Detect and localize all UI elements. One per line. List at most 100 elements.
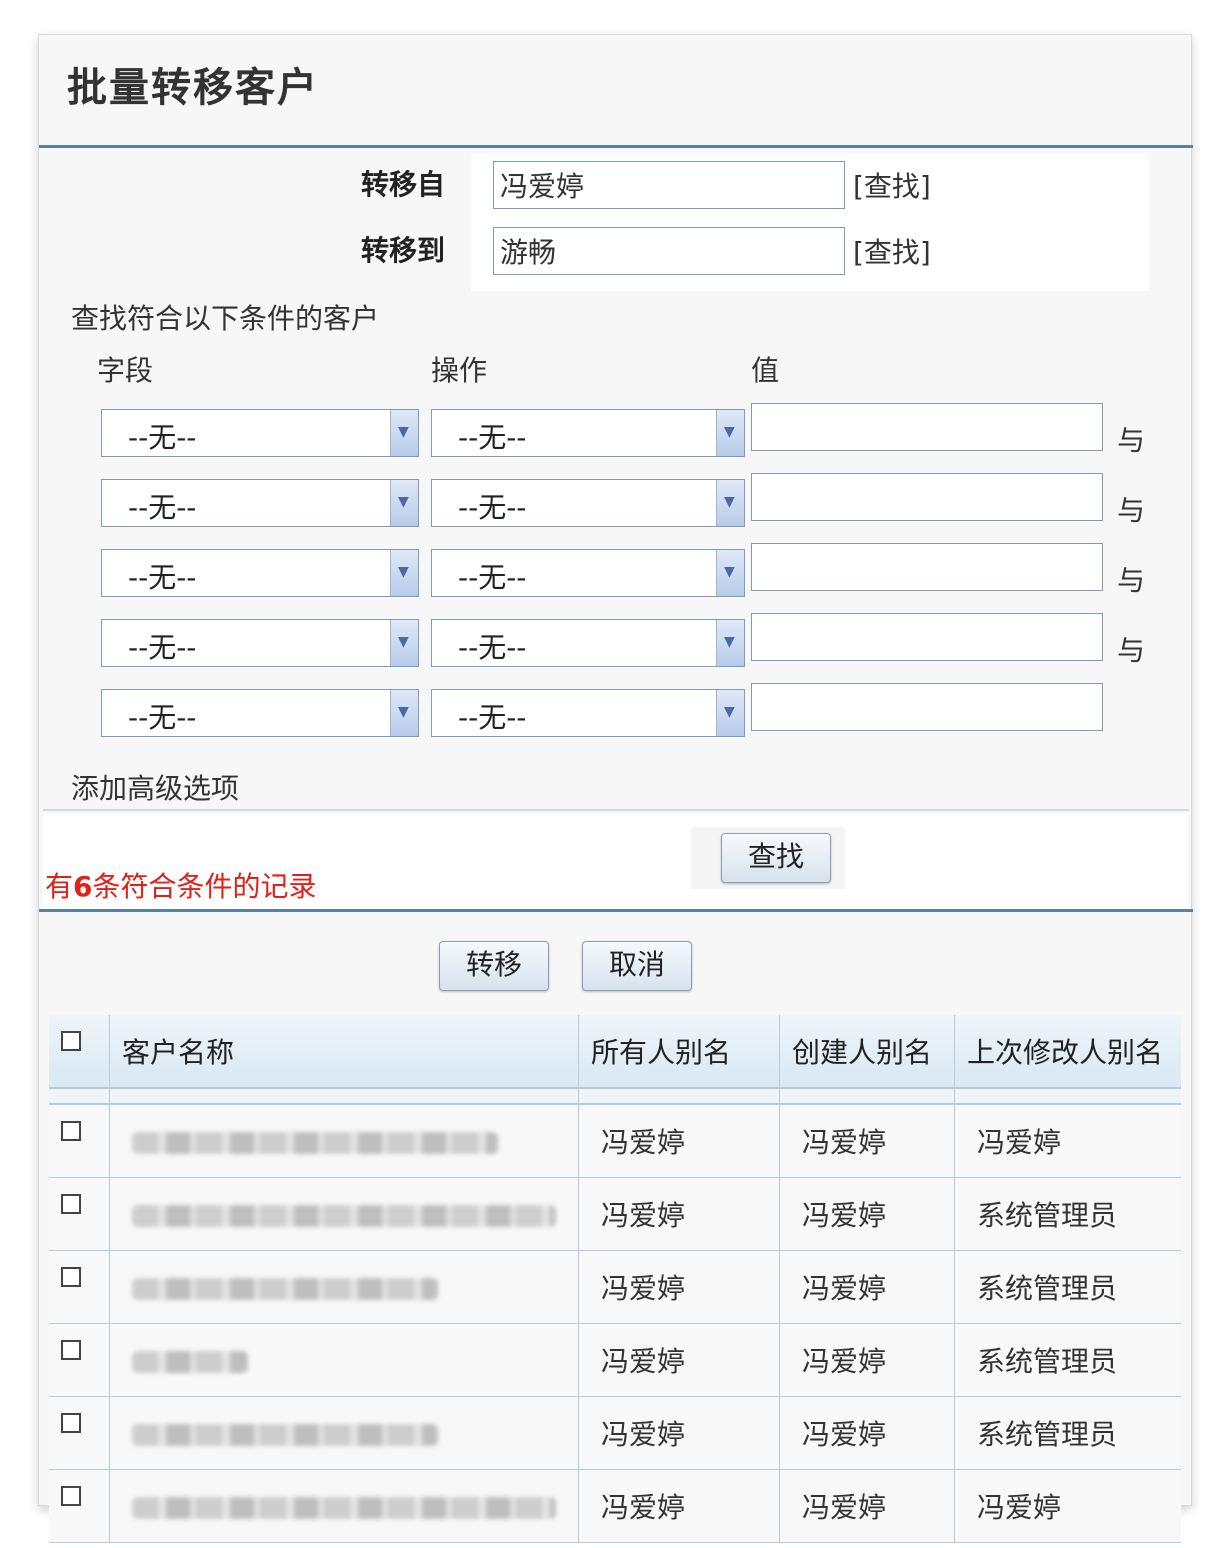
transfer-from-label: 转移自	[361, 168, 446, 201]
select-value: --无--	[458, 631, 527, 664]
filter-field-select[interactable]: --无-- ▼	[101, 619, 419, 667]
row-checkbox-cell	[49, 1104, 110, 1178]
customer-name-cell	[109, 1250, 579, 1324]
col-creator-alias[interactable]: 创建人别名	[779, 1015, 955, 1089]
dropdown-arrow[interactable]: ▼	[716, 550, 744, 596]
dropdown-arrow[interactable]: ▼	[716, 690, 744, 736]
spacer-cell	[954, 1088, 1181, 1105]
dropdown-arrow[interactable]: ▼	[390, 410, 418, 456]
filter-field-select[interactable]: --无-- ▼	[101, 479, 419, 527]
transfer-button[interactable]: 转移	[439, 941, 549, 991]
table-row: 冯爱婷 冯爱婷 系统管理员	[49, 1177, 1181, 1251]
dropdown-arrow[interactable]: ▼	[390, 480, 418, 526]
result-suffix: 条符合条件的记录	[92, 870, 317, 903]
dropdown-arrow[interactable]: ▼	[390, 550, 418, 596]
filter-field-select[interactable]: --无-- ▼	[101, 549, 419, 597]
filter-field-select[interactable]: --无-- ▼	[101, 409, 419, 457]
owner-cell: 冯爱婷	[578, 1396, 780, 1470]
row-checkbox[interactable]	[61, 1267, 81, 1287]
transfer-from-input[interactable]	[493, 161, 845, 209]
chevron-down-icon: ▼	[398, 494, 409, 510]
creator-cell: 冯爱婷	[779, 1177, 955, 1251]
row-checkbox[interactable]	[61, 1121, 81, 1141]
select-value: --无--	[128, 491, 197, 524]
owner-cell: 冯爱婷	[578, 1469, 780, 1543]
filter-value-input[interactable]	[751, 613, 1103, 661]
transfer-panel: 批量转移客户 转移自 [查找] 转移到 [查找] 查找符合以下条件的客户 字段 …	[38, 34, 1193, 1543]
dropdown-arrow[interactable]: ▼	[390, 620, 418, 666]
cancel-button[interactable]: 取消	[582, 941, 692, 991]
filter-operator-select[interactable]: --无-- ▼	[431, 409, 745, 457]
redacted-customer-name[interactable]	[132, 1350, 248, 1373]
filter-value-input[interactable]	[751, 683, 1103, 731]
spacer-cell	[578, 1088, 780, 1105]
filter-value-input[interactable]	[751, 403, 1103, 451]
dropdown-arrow[interactable]: ▼	[716, 480, 744, 526]
table-row: 冯爱婷 冯爱婷 冯爱婷	[49, 1469, 1181, 1543]
creator-cell: 冯爱婷	[779, 1469, 955, 1543]
modifier-cell: 系统管理员	[954, 1177, 1181, 1251]
spacer-cell	[49, 1088, 110, 1105]
chevron-down-icon: ▼	[724, 634, 735, 650]
row-checkbox[interactable]	[61, 1486, 81, 1506]
table-header-spacer	[49, 1088, 1181, 1105]
filter-col-operator: 操作	[431, 354, 488, 387]
owner-cell: 冯爱婷	[578, 1250, 780, 1324]
filter-col-field: 字段	[97, 354, 154, 387]
filter-value-input[interactable]	[751, 543, 1103, 591]
transfer-to-lookup-link[interactable]: [查找]	[853, 231, 931, 271]
result-count: 6	[73, 870, 93, 903]
filter-operator-select[interactable]: --无-- ▼	[431, 549, 745, 597]
dropdown-arrow[interactable]: ▼	[716, 620, 744, 666]
select-value: --无--	[458, 561, 527, 594]
select-value: --无--	[458, 421, 527, 454]
filter-field-select[interactable]: --无-- ▼	[101, 689, 419, 737]
owner-cell: 冯爱婷	[578, 1323, 780, 1397]
filter-operator-select[interactable]: --无-- ▼	[431, 619, 745, 667]
creator-cell: 冯爱婷	[779, 1104, 955, 1178]
col-customer-name[interactable]: 客户名称	[109, 1015, 579, 1089]
redacted-customer-name[interactable]	[132, 1131, 498, 1154]
dropdown-arrow[interactable]: ▼	[716, 410, 744, 456]
col-owner-alias[interactable]: 所有人别名	[578, 1015, 780, 1089]
transfer-to-label: 转移到	[361, 234, 446, 267]
select-value: --无--	[458, 701, 527, 734]
col-modifier-alias[interactable]: 上次修改人别名	[954, 1015, 1181, 1089]
row-checkbox[interactable]	[61, 1413, 81, 1433]
filter-conjunction: 与	[1117, 494, 1146, 527]
redacted-customer-name[interactable]	[132, 1204, 556, 1227]
page-title: 批量转移客户	[67, 65, 319, 111]
chevron-down-icon: ▼	[398, 424, 409, 440]
spacer-cell	[109, 1088, 579, 1105]
result-divider	[39, 909, 1193, 912]
filter-value-input[interactable]	[751, 473, 1103, 521]
chevron-down-icon: ▼	[398, 564, 409, 580]
filter-operator-select[interactable]: --无-- ▼	[431, 689, 745, 737]
search-button[interactable]: 查找	[721, 833, 831, 883]
redacted-customer-name[interactable]	[132, 1496, 556, 1519]
filter-conjunction: 与	[1117, 634, 1146, 667]
select-all-checkbox[interactable]	[61, 1031, 81, 1051]
transfer-from-lookup-link[interactable]: [查找]	[853, 165, 931, 205]
modifier-cell: 冯爱婷	[954, 1104, 1181, 1178]
table-header-row: 客户名称 所有人别名 创建人别名 上次修改人别名	[49, 1015, 1181, 1089]
creator-cell: 冯爱婷	[779, 1250, 955, 1324]
select-all-cell	[49, 1015, 110, 1089]
transfer-to-input[interactable]	[493, 227, 845, 275]
dropdown-arrow[interactable]: ▼	[390, 690, 418, 736]
customer-name-cell	[109, 1104, 579, 1178]
filter-operator-select[interactable]: --无-- ▼	[431, 479, 745, 527]
row-checkbox[interactable]	[61, 1340, 81, 1360]
select-value: --无--	[128, 631, 197, 664]
select-value: --无--	[128, 701, 197, 734]
redacted-customer-name[interactable]	[132, 1423, 438, 1446]
redacted-customer-name[interactable]	[132, 1277, 438, 1300]
customer-name-cell	[109, 1396, 579, 1470]
chevron-down-icon: ▼	[724, 564, 735, 580]
filter-col-value: 值	[751, 354, 780, 387]
add-advanced-options-link[interactable]: 添加高级选项	[71, 767, 239, 807]
modifier-cell: 系统管理员	[954, 1323, 1181, 1397]
modifier-cell: 系统管理员	[954, 1396, 1181, 1470]
row-checkbox[interactable]	[61, 1194, 81, 1214]
filter-conjunction: 与	[1117, 424, 1146, 457]
